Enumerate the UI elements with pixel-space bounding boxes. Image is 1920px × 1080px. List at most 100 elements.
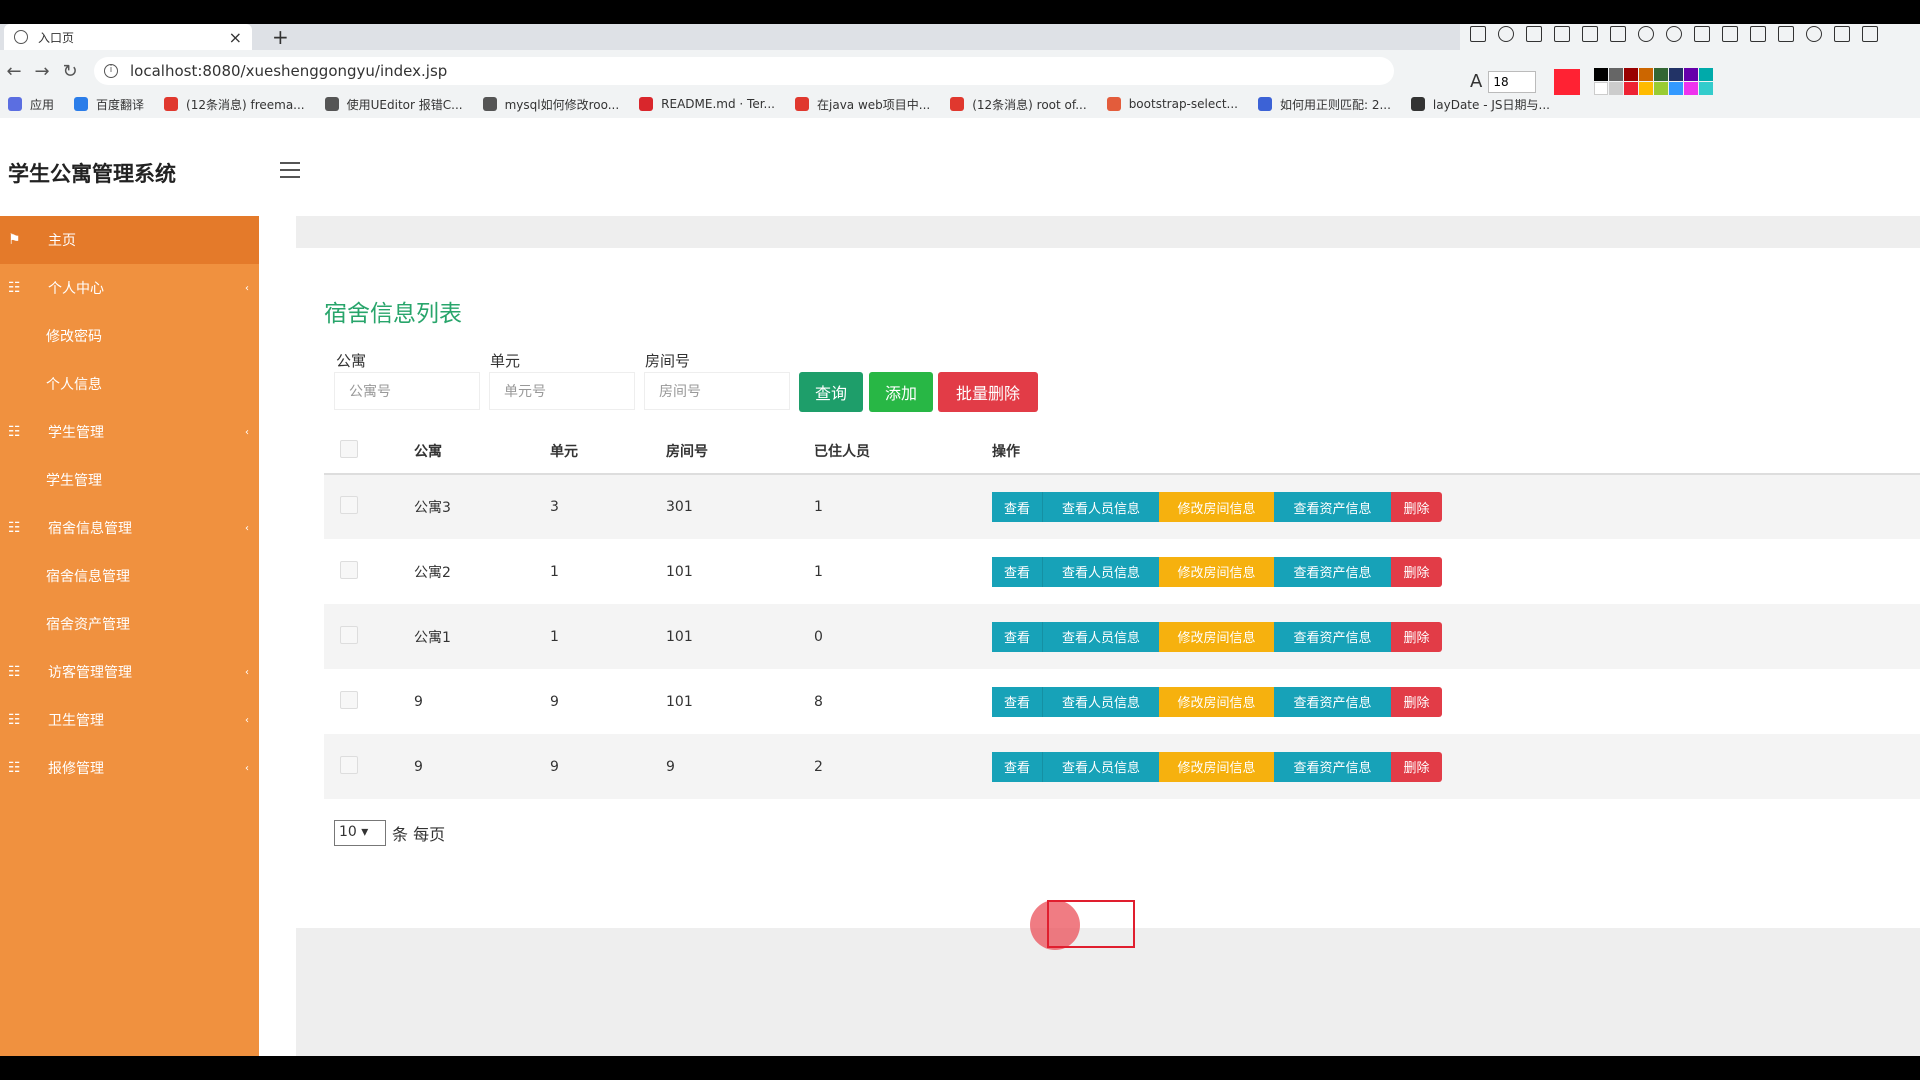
edit-room-button[interactable]: 修改房间信息 xyxy=(1159,621,1274,652)
sidebar-item[interactable]: ☷ 个人中心 ‹ xyxy=(0,264,259,312)
unit-input[interactable]: 单元号 xyxy=(489,372,635,410)
current-color-swatch[interactable] xyxy=(1554,68,1581,95)
translate-icon[interactable] xyxy=(1722,26,1738,42)
forward-arrow-icon[interactable]: → xyxy=(28,61,56,82)
view-people-button[interactable]: 查看人员信息 xyxy=(1042,686,1159,717)
undo-icon[interactable] xyxy=(1666,26,1682,42)
sidebar-item[interactable]: ☷ 访客管理管理 ‹ xyxy=(0,648,259,696)
info-tool-icon[interactable] xyxy=(1638,26,1654,42)
pencil-tool-icon[interactable] xyxy=(1554,26,1570,42)
app-page: 学生公寓管理系统 ⚑ 主页 ☷ 个人中心 ‹ 修改密码 个人信息 ☷ 学生管理 ‹ 学生管理 ☷ 宿舍信… xyxy=(0,118,1920,1056)
batch-delete-button[interactable]: 批量删除 xyxy=(938,372,1038,412)
new-tab-button[interactable]: + xyxy=(272,25,289,49)
download-icon[interactable] xyxy=(1834,26,1850,42)
view-people-button[interactable]: 查看人员信息 xyxy=(1042,621,1159,652)
pin-icon[interactable] xyxy=(1694,26,1710,42)
view-people-button[interactable]: 查看人员信息 xyxy=(1042,556,1159,587)
delete-button[interactable]: 删除 xyxy=(1391,556,1442,587)
browser-tab[interactable]: 入口页 × xyxy=(4,24,252,50)
site-info-icon[interactable]: i xyxy=(104,64,118,78)
view-button[interactable]: 查看 xyxy=(992,556,1042,587)
query-button[interactable]: 查询 xyxy=(799,372,863,412)
bookmark-item[interactable]: layDate - JS日期与... xyxy=(1410,96,1550,113)
edit-room-button[interactable]: 修改房间信息 xyxy=(1159,492,1274,522)
bookmark-item[interactable]: (12条消息) freema... xyxy=(164,96,305,113)
close-tab-icon[interactable]: × xyxy=(229,28,242,47)
reload-icon[interactable]: ↻ xyxy=(56,61,84,82)
bookmarks-bar: 应用 百度翻译 (12条消息) freema... 使用UEditor 报错C... m… xyxy=(0,92,1550,116)
bookmark-item[interactable]: README.md · Ter... xyxy=(639,97,775,111)
bookmark-item[interactable]: 如何用正则匹配: 2... xyxy=(1257,96,1391,113)
delete-button[interactable]: 删除 xyxy=(1391,751,1442,782)
apartment-input[interactable]: 公寓号 xyxy=(334,372,480,410)
row-checkbox[interactable] xyxy=(340,690,358,709)
mosaic-tool-icon[interactable] xyxy=(1582,26,1598,42)
edit-room-button[interactable]: 修改房间信息 xyxy=(1159,751,1274,782)
view-assets-button[interactable]: 查看资产信息 xyxy=(1274,492,1391,522)
bookmark-item[interactable]: 使用UEditor 报错C... xyxy=(324,96,463,113)
row-checkbox[interactable] xyxy=(340,755,358,774)
menu-toggle-icon[interactable] xyxy=(280,162,300,183)
arrow-tool-icon[interactable] xyxy=(1526,26,1542,42)
back-arrow-icon[interactable]: ← xyxy=(0,61,28,82)
view-people-button[interactable]: 查看人员信息 xyxy=(1042,492,1159,522)
sidebar-item[interactable]: 个人信息 xyxy=(0,360,259,408)
delete-button[interactable]: 删除 xyxy=(1391,492,1442,522)
grid-icon: ☷ xyxy=(8,712,21,728)
record-icon[interactable] xyxy=(1806,26,1822,42)
chevron-icon: ‹ xyxy=(245,762,249,774)
row-checkbox[interactable] xyxy=(340,496,358,514)
sidebar-item[interactable]: ☷ 报修管理 ‹ xyxy=(0,744,259,792)
sidebar-item[interactable]: 宿舍资产管理 xyxy=(0,600,259,648)
text-tool-icon[interactable] xyxy=(1610,26,1626,42)
view-assets-button[interactable]: 查看资产信息 xyxy=(1274,751,1391,782)
add-button[interactable]: 添加 xyxy=(869,372,933,412)
rectangle-tool-icon[interactable] xyxy=(1470,26,1486,42)
copy-icon[interactable] xyxy=(1862,26,1878,42)
bookmark-item[interactable]: 应用 xyxy=(8,96,54,113)
cell-occupants: 8 xyxy=(814,693,823,710)
circle-tool-icon[interactable] xyxy=(1498,26,1514,42)
delete-button[interactable]: 删除 xyxy=(1391,686,1442,717)
page-size-select[interactable]: 10 ▾ xyxy=(334,820,386,846)
table-row: 9 9 9 2 查看 查看人员信息 修改房间信息 查看资产信息 删除 xyxy=(324,734,1920,799)
bookmark-label: 如何用正则匹配: 2... xyxy=(1279,97,1391,112)
view-assets-button[interactable]: 查看资产信息 xyxy=(1274,556,1391,587)
select-all-checkbox[interactable] xyxy=(340,439,358,458)
bookmark-item[interactable]: 百度翻译 xyxy=(74,96,144,113)
bookmark-item[interactable]: (12条消息) root of... xyxy=(950,96,1087,113)
edit-room-button[interactable]: 修改房间信息 xyxy=(1159,556,1274,587)
view-people-button[interactable]: 查看人员信息 xyxy=(1042,751,1159,782)
address-bar[interactable]: i localhost:8080/xueshenggongyu/index.js… xyxy=(94,57,1394,85)
sidebar-item[interactable]: 宿舍信息管理 xyxy=(0,552,259,600)
bookmark-icon xyxy=(164,97,179,111)
delete-button[interactable]: 删除 xyxy=(1391,621,1442,652)
sidebar-item[interactable]: ☷ 学生管理 ‹ xyxy=(0,408,259,456)
pagination-box[interactable] xyxy=(1047,900,1135,948)
view-button[interactable]: 查看 xyxy=(992,621,1042,652)
panel-title: 宿舍信息列表 xyxy=(324,301,462,327)
view-assets-button[interactable]: 查看资产信息 xyxy=(1274,686,1391,717)
view-button[interactable]: 查看 xyxy=(992,751,1042,782)
cancel-icon[interactable] xyxy=(1778,26,1794,42)
row-checkbox[interactable] xyxy=(340,560,358,579)
sidebar-item[interactable]: ⚑ 主页 xyxy=(0,216,259,264)
edit-room-button[interactable]: 修改房间信息 xyxy=(1159,686,1274,717)
room-input[interactable]: 房间号 xyxy=(644,372,790,410)
ocr-icon[interactable] xyxy=(1750,26,1766,42)
sidebar-item[interactable]: 修改密码 xyxy=(0,312,259,360)
sidebar-item[interactable]: ☷ 宿舍信息管理 ‹ xyxy=(0,504,259,552)
bookmark-item[interactable]: bootstrap-select... xyxy=(1106,97,1238,111)
view-button[interactable]: 查看 xyxy=(992,492,1042,522)
sidebar-item[interactable]: 学生管理 xyxy=(0,456,259,504)
table-row: 公寓2 1 101 1 查看 查看人员信息 修改房间信息 查看资产信息 删除 xyxy=(324,539,1920,604)
sidebar-item[interactable]: ☷ 卫生管理 ‹ xyxy=(0,696,259,744)
bookmark-item[interactable]: 在java web项目中... xyxy=(795,96,930,113)
bookmark-item[interactable]: mysql如何修改roo... xyxy=(482,96,619,113)
row-checkbox[interactable] xyxy=(340,625,358,644)
view-button[interactable]: 查看 xyxy=(992,686,1042,717)
font-size-select[interactable]: 18 xyxy=(1488,70,1537,93)
view-assets-button[interactable]: 查看资产信息 xyxy=(1274,621,1391,652)
row-actions: 查看 查看人员信息 修改房间信息 查看资产信息 删除 xyxy=(992,621,1920,652)
color-palette[interactable] xyxy=(1594,68,1714,95)
